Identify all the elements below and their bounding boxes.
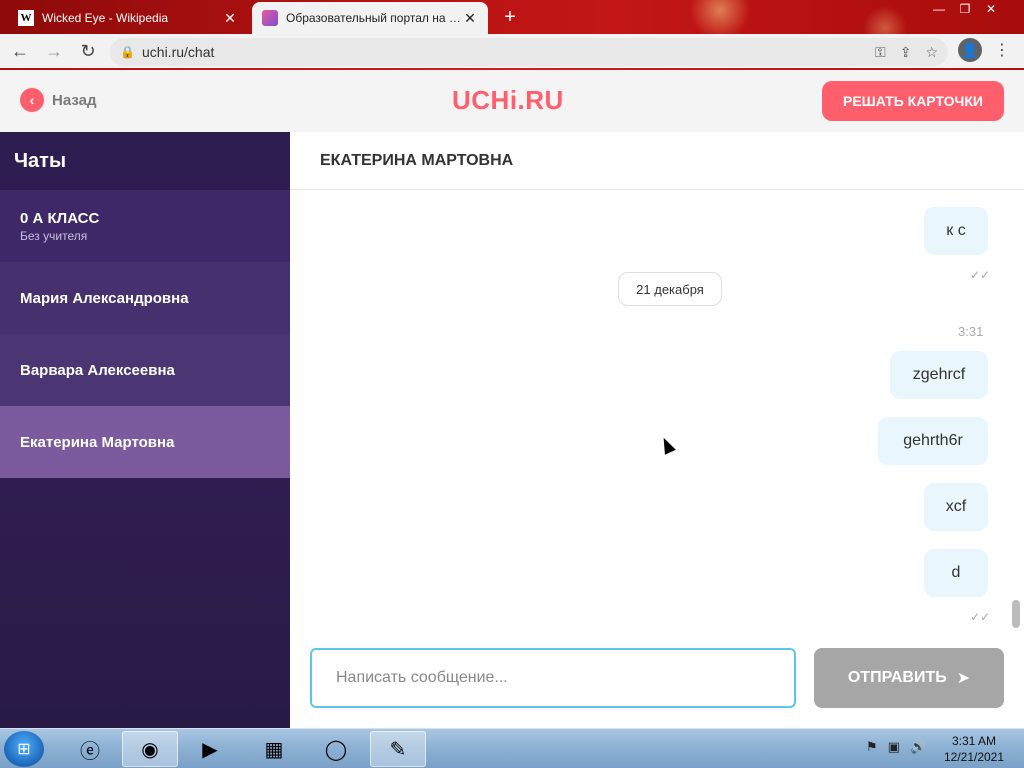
solve-cards-button[interactable]: РЕШАТЬ КАРТОЧКИ [822,81,1004,121]
start-button[interactable]: ⊞ [4,731,44,767]
browser-tab-strip: W Wicked Eye - Wikipedia ✕ Образовательн… [0,0,1024,34]
profile-avatar-icon[interactable]: 👤 [958,38,982,62]
chat-item-name: Мария Александровна [20,289,189,307]
maximize-button[interactable]: ❐ [952,0,978,18]
send-button[interactable]: ОТПРАВИТЬ ➤ [814,648,1004,708]
back-arrow-icon[interactable]: ← [6,38,34,66]
action-center-icon[interactable]: ⚑ [866,739,878,755]
tab-title: Wicked Eye - Wikipedia [42,11,169,25]
messages-scrollbar[interactable] [1012,600,1020,628]
tab-title: Образовательный портал на ба [286,11,462,25]
opera-icon[interactable]: ◯ [308,731,364,767]
message-bubble: к с [924,207,988,255]
chat-item-class[interactable]: 0 А КЛАСС Без учителя [0,190,290,262]
system-tray: ⚑ ▣ 🔊 [866,739,926,755]
send-label: ОТПРАВИТЬ [847,669,947,686]
back-button[interactable]: ‹ Назад [20,88,96,112]
reload-icon[interactable]: ↻ [74,38,102,66]
ie-icon[interactable]: ⓔ [62,731,118,767]
message-input[interactable]: Написать сообщение... [310,648,796,708]
browser-tab-wikipedia[interactable]: W Wicked Eye - Wikipedia ✕ [8,2,248,34]
address-bar[interactable]: 🔒 uchi.ru/chat ⚿ ⇪ ☆ [110,38,948,66]
date-separator: 21 декабря [618,272,722,306]
chat-item-varvara[interactable]: Варвара Алексеевна [0,334,290,406]
chrome-icon[interactable]: ◉ [122,731,178,767]
browser-toolbar: ← → ↻ 🔒 uchi.ru/chat ⚿ ⇪ ☆ [0,34,1024,70]
forward-arrow-icon[interactable]: → [40,38,68,66]
share-icon[interactable]: ⇪ [900,44,912,61]
file-explorer-icon[interactable]: ▦ [246,731,302,767]
message-time: 3:31 [958,324,984,339]
message-bubble: d [924,549,988,597]
message-bubble: gehrth6r [878,417,988,465]
network-icon[interactable]: ▣ [888,739,900,755]
clock-time: 3:31 AM [951,734,997,748]
taskbar-clock[interactable]: 3:31 AM 12/21/2021 [940,733,1008,765]
browser-menu-icon[interactable]: ⋮ [994,40,1010,60]
star-icon[interactable]: ☆ [925,44,938,61]
volume-icon[interactable]: 🔊 [910,739,926,755]
media-player-icon[interactable]: ▶ [182,731,238,767]
message-list[interactable]: к с ✓✓ 21 декабря 3:31 zgehrcf gehrth6r … [290,190,1024,632]
chat-title: ЕКАТЕРИНА МАРТОВНА [290,132,1024,190]
uchi-favicon-icon [262,10,278,26]
message-composer: Написать сообщение... ОТПРАВИТЬ ➤ [290,632,1024,728]
lock-icon: 🔒 [120,45,135,59]
message-bubble: xcf [924,483,988,531]
chevron-left-icon: ‹ [20,88,44,112]
chat-item-maria[interactable]: Мария Александровна [0,262,290,334]
chat-sidebar: Чаты 0 А КЛАСС Без учителя Мария Алексан… [0,132,290,728]
message-bubble: zgehrcf [890,351,988,399]
paint-icon[interactable]: ✎ [370,731,426,767]
chat-item-name: Екатерина Мартовна [20,433,175,451]
minimize-button[interactable]: — [926,0,952,18]
browser-tab-uchi[interactable]: Образовательный портал на ба ✕ [252,2,488,34]
key-icon[interactable]: ⚿ [875,44,886,61]
tab-close-icon[interactable]: ✕ [462,10,478,27]
read-checkmarks-icon: ✓✓ [970,610,991,624]
chat-item-subtitle: Без учителя [20,228,88,243]
app-header: ‹ Назад UCHi.RU РЕШАТЬ КАРТОЧКИ [0,70,1024,132]
windows-taskbar: ⊞ ⓔ ◉ ▶ ▦ ◯ ✎ ⚑ ▣ 🔊 3:31 AM 12/21/2021 [0,728,1024,768]
send-arrow-icon: ➤ [956,670,971,687]
close-window-button[interactable]: ✕ [978,0,1004,18]
chat-item-name: Варвара Алексеевна [20,361,175,379]
wikipedia-favicon-icon: W [18,10,34,26]
back-label: Назад [52,91,97,109]
url-text: uchi.ru/chat [142,44,215,60]
read-checkmarks-icon: ✓✓ [970,268,991,282]
window-controls: — ❐ ✕ [926,0,1004,20]
tab-close-icon[interactable]: ✕ [222,10,238,27]
chat-item-name: 0 А КЛАСС [20,209,100,227]
uchi-logo[interactable]: UCHi.RU [452,85,564,116]
clock-date: 12/21/2021 [943,750,1005,764]
sidebar-title: Чаты [0,132,290,190]
chat-item-ekaterina[interactable]: Екатерина Мартовна [0,406,290,478]
new-tab-button[interactable]: + [498,6,522,30]
